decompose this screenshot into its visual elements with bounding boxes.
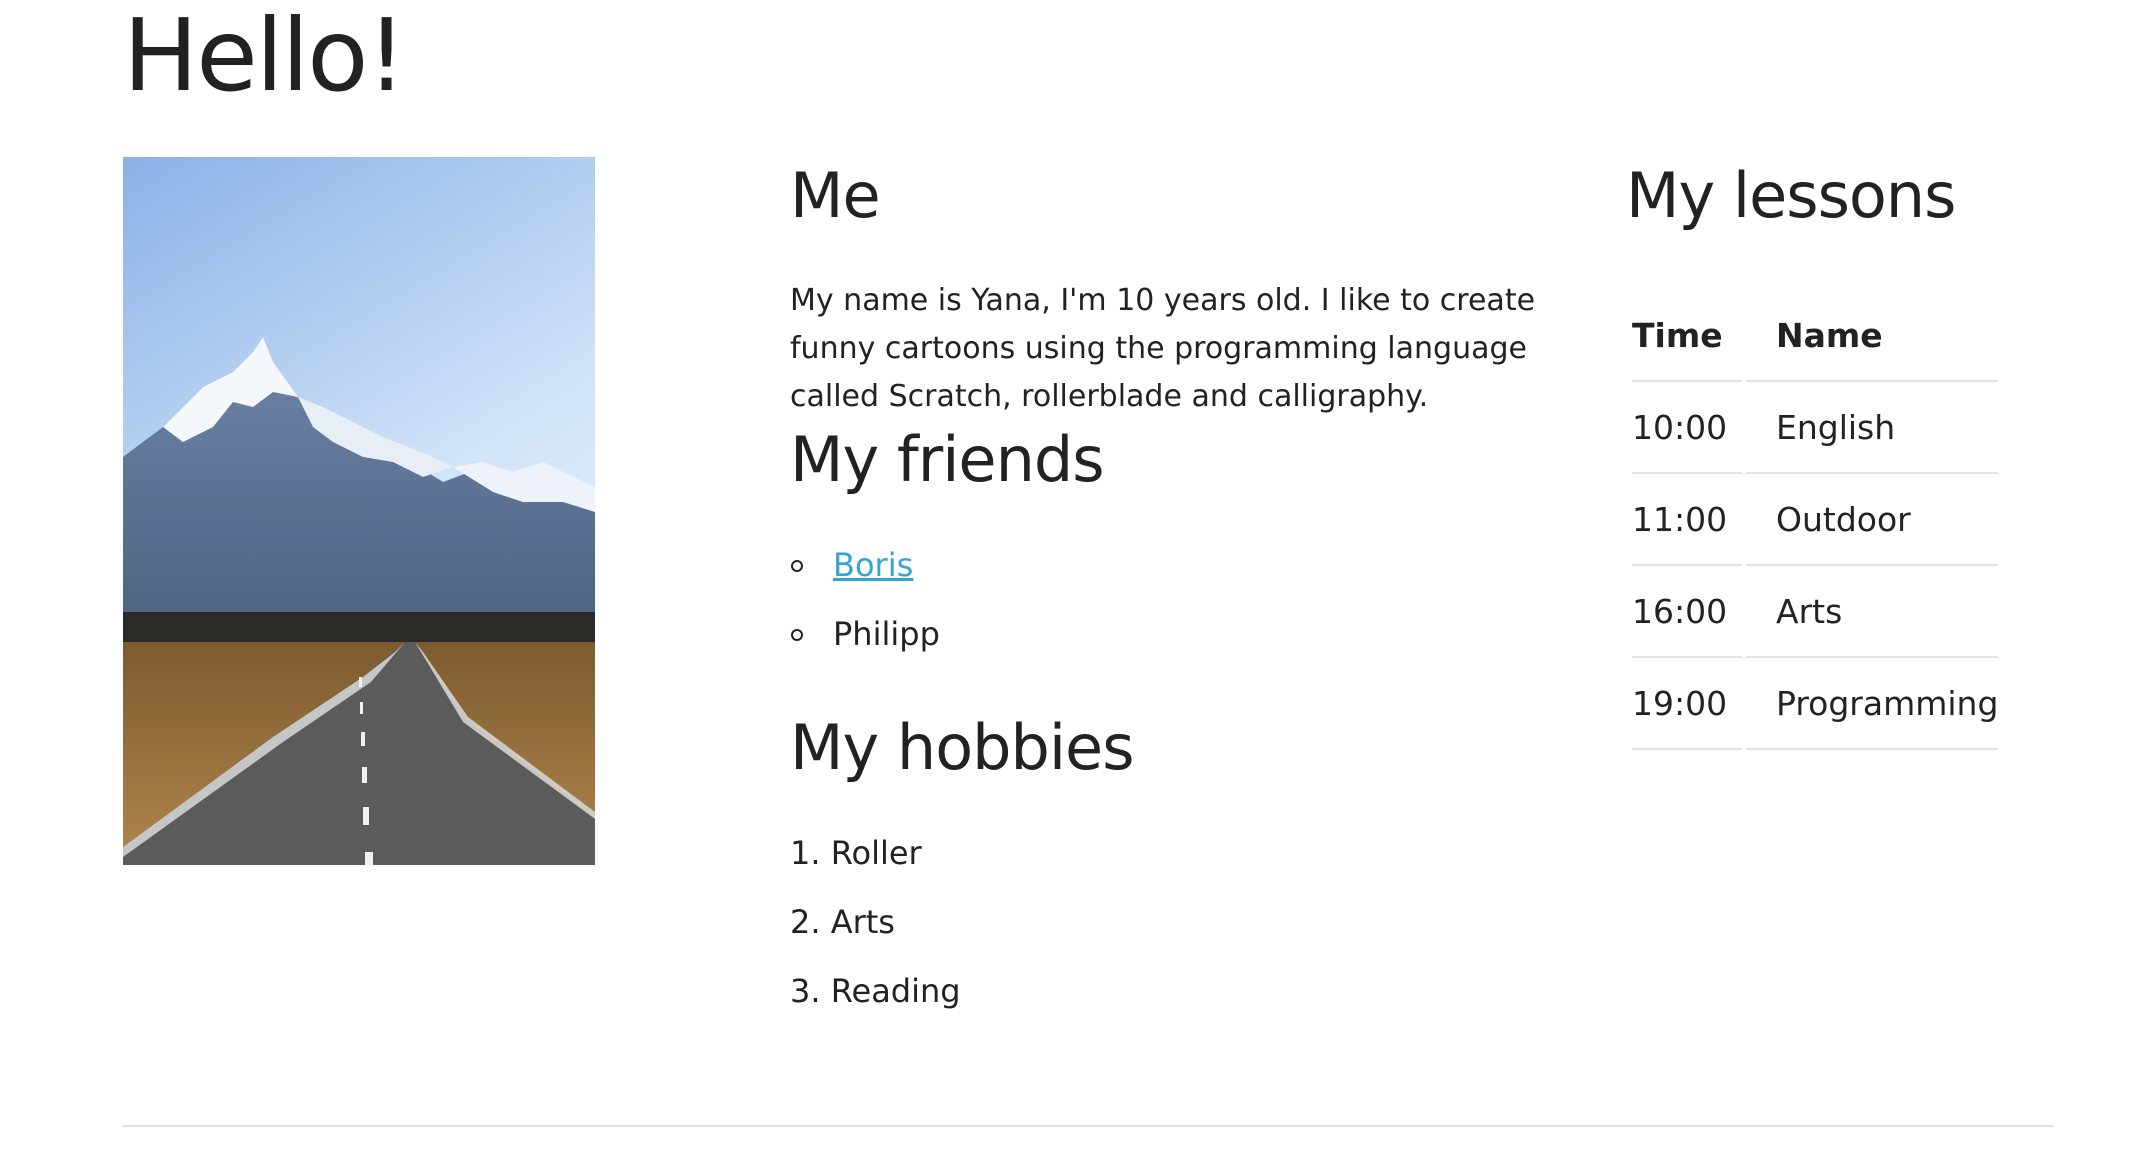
friend-name-philipp: Philipp [833, 615, 940, 653]
about-text: My name is Yana, I'm 10 years old. I lik… [790, 283, 1536, 414]
column-header-name: Name [1746, 290, 1999, 382]
footer-divider [123, 1125, 2053, 1127]
list-item: 1. Roller [790, 834, 922, 872]
column-header-time: Time [1632, 290, 1742, 382]
lesson-name: English [1746, 382, 1999, 474]
lesson-time: 16:00 [1632, 566, 1742, 658]
profile-photo [123, 157, 595, 865]
lesson-name: Outdoor [1746, 474, 1999, 566]
friends-heading: My friends [790, 423, 1105, 496]
friend-link-boris[interactable]: Boris [833, 546, 913, 584]
mountain-road-image [123, 157, 595, 865]
hobbies-list: 1. Roller 2. Arts 3. Reading [790, 828, 961, 1035]
friends-list: Boris Philipp [790, 540, 940, 678]
page: Hello! Me My name is Yana, I'm 10 years … [0, 0, 2148, 1166]
table-header-row: Time Name [1632, 290, 1999, 382]
list-item: Boris [790, 540, 940, 609]
about-heading: Me [790, 159, 881, 232]
table-row: 19:00 Programming [1632, 658, 1999, 750]
table-row: 16:00 Arts [1632, 566, 1999, 658]
lesson-time: 11:00 [1632, 474, 1742, 566]
lesson-name: Programming [1746, 658, 1999, 750]
lessons-table: Time Name 10:00 English 11:00 Outdoor 16… [1628, 290, 2002, 750]
list-item: Philipp [790, 609, 940, 678]
table-row: 11:00 Outdoor [1632, 474, 1999, 566]
lesson-time: 19:00 [1632, 658, 1742, 750]
page-title: Hello! [123, 0, 407, 114]
list-item: 2. Arts [790, 903, 895, 941]
hobbies-heading: My hobbies [790, 711, 1135, 784]
lesson-name: Arts [1746, 566, 1999, 658]
lesson-time: 10:00 [1632, 382, 1742, 474]
lessons-heading: My lessons [1626, 159, 1956, 232]
table-row: 10:00 English [1632, 382, 1999, 474]
list-item: 3. Reading [790, 972, 961, 1010]
